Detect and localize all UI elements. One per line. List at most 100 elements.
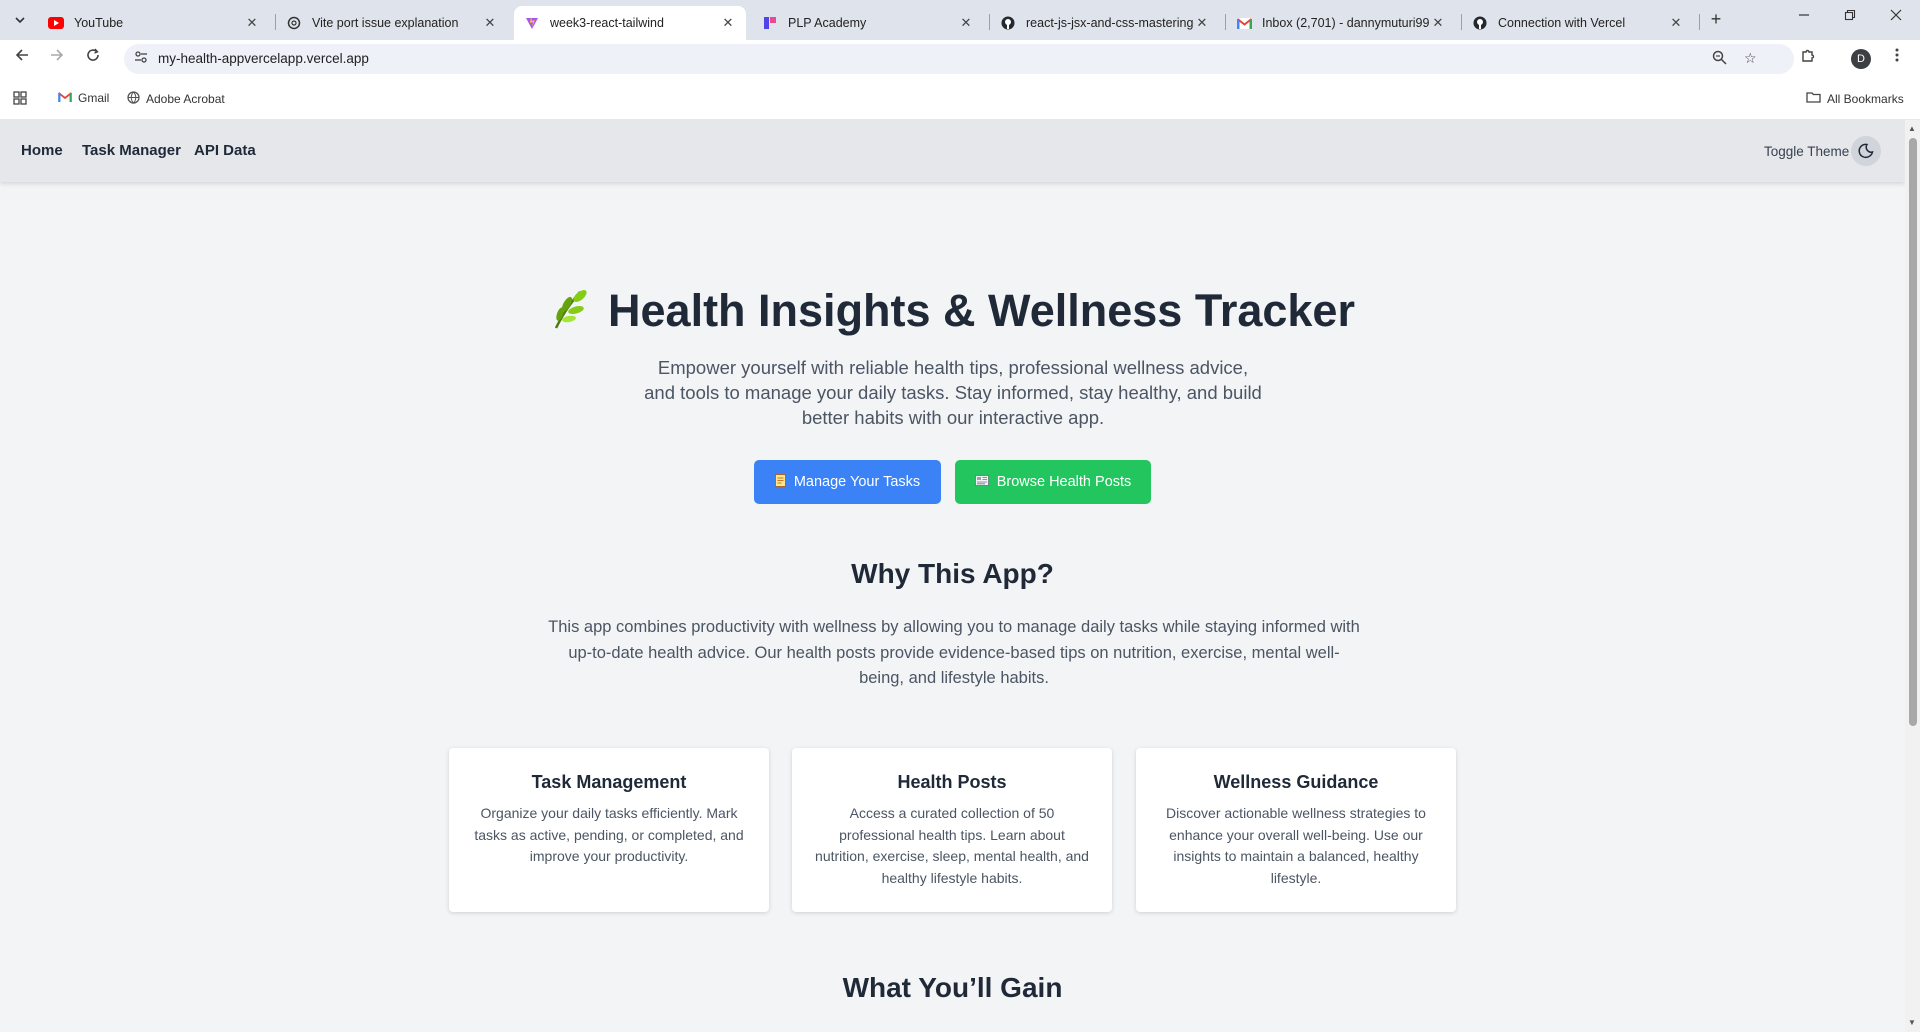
menu-button[interactable] [1885,48,1909,70]
browse-posts-button[interactable]: Browse Health Posts [955,460,1151,504]
card-title: Health Posts [897,772,1007,792]
card-body: Access a curated collection of 50 profes… [815,805,1089,886]
toggle-theme-label: Toggle Theme [1764,144,1850,159]
gmail-icon [58,91,72,105]
tab-search-button[interactable] [8,9,32,31]
chevron-down-icon [15,17,25,23]
folder-icon [1806,91,1821,106]
manage-tasks-label: Manage Your Tasks [793,474,921,490]
why-description: This app combines productivity with well… [548,618,1360,687]
close-icon[interactable]: ✕ [720,15,736,31]
forward-button[interactable] [45,48,69,70]
hero-title-text: Health Insights & Wellness Tracker [608,285,1355,336]
restore-icon [1844,9,1856,21]
page-viewport: Home Task Manager API Data Toggle Theme … [0,120,1905,1032]
arrow-right-icon [51,49,64,61]
more-vertical-icon [1895,48,1899,62]
browser-tab[interactable]: Vite port issue explanation ✕ [276,6,508,40]
address-bar[interactable]: my-health-appvercelapp.vercel.app ☆ [124,44,1794,74]
nav-link-task-manager[interactable]: Task Manager [82,142,181,159]
github-icon [1472,15,1488,31]
apps-grid-icon [13,91,27,105]
tab-title: PLP Academy [788,16,867,30]
plp-icon [762,15,778,31]
bookmark-label: Adobe Acrobat [146,92,225,106]
close-icon[interactable]: ✕ [482,15,498,31]
browser-toolbar: my-health-appvercelapp.vercel.app ☆ D [0,40,1920,78]
extensions-button[interactable] [1796,48,1820,70]
scrollbar-thumb[interactable] [1909,138,1917,726]
new-tab-button[interactable]: + [1704,9,1728,31]
all-bookmarks-label: All Bookmarks [1827,91,1904,106]
card-title: Task Management [531,772,687,792]
close-icon[interactable]: ✕ [1668,15,1684,31]
puzzle-icon [1802,49,1815,62]
reload-icon [87,48,99,61]
close-window-button[interactable] [1874,8,1918,32]
theme-toggle-button[interactable] [1851,136,1881,166]
tab-title: Connection with Vercel [1498,16,1626,30]
app-navbar: Home Task Manager API Data Toggle Theme [0,120,1905,182]
globe-icon [127,91,140,107]
feature-card-health-posts: Health Posts Access a curated collection… [792,748,1112,912]
bookmark-gmail[interactable]: Gmail [58,91,109,105]
tab-title: react-js-jsx-and-css-mastering- [1026,16,1194,30]
restore-button[interactable] [1828,8,1872,32]
star-icon[interactable]: ☆ [1744,50,1757,67]
scroll-down-arrow-icon[interactable]: ▼ [1908,1018,1916,1027]
apps-button[interactable] [13,91,27,105]
hero-subtitle: Empower yourself with reliable health ti… [644,357,1262,428]
all-bookmarks-button[interactable]: All Bookmarks [1806,91,1904,106]
tab-divider [1699,14,1700,30]
zoom-icon[interactable] [1712,50,1727,68]
browser-tab[interactable]: Inbox (2,701) - dannymuturi99 ✕ [1226,6,1456,40]
card-body: Organize your daily tasks efficiently. M… [474,805,744,864]
browser-tab[interactable]: Connection with Vercel ✕ [1462,6,1694,40]
memo-icon [774,474,786,490]
back-button[interactable] [10,48,34,70]
moon-icon [1858,143,1874,159]
close-icon[interactable]: ✕ [958,15,974,31]
reload-button[interactable] [81,48,105,70]
close-icon [1890,9,1902,21]
url-text: my-health-appvercelapp.vercel.app [158,51,369,66]
browser-tab-active[interactable]: week3-react-tailwind ✕ [514,6,746,40]
nav-link-api-data[interactable]: API Data [194,142,256,159]
leaf-icon [550,286,590,341]
card-title: Wellness Guidance [1213,772,1379,792]
github-icon [1000,15,1016,31]
tab-title: Inbox (2,701) - dannymuturi99 [1262,16,1430,30]
why-heading: Why This App? [851,558,1054,589]
tab-title: YouTube [74,16,124,30]
browser-tab[interactable]: YouTube ✕ [38,6,270,40]
gain-heading: What You’ll Gain [842,972,1063,1003]
card-body: Discover actionable wellness strategies … [1166,805,1426,886]
bookmark-label: Gmail [78,91,110,105]
browser-tab[interactable]: PLP Academy ✕ [752,6,984,40]
minimize-icon [1799,14,1809,16]
browse-posts-label: Browse Health Posts [996,474,1132,490]
browser-tab[interactable]: react-js-jsx-and-css-mastering- ✕ [990,6,1220,40]
manage-tasks-button[interactable]: Manage Your Tasks [754,460,941,504]
tab-title: Vite port issue explanation [312,16,459,30]
profile-avatar[interactable]: D [1851,49,1871,69]
arrow-left-icon [15,49,28,61]
close-icon[interactable]: ✕ [244,15,260,31]
gmail-icon [1236,15,1252,31]
feature-card-task-management: Task Management Organize your daily task… [449,748,769,912]
hero-title: Health Insights & Wellness Tracker [0,285,1905,341]
bookmarks-bar: Gmail Adobe Acrobat All Bookmarks [0,78,1920,120]
nav-link-home[interactable]: Home [21,142,63,159]
site-info-icon[interactable] [134,50,148,67]
vite-icon [524,15,540,31]
tab-title: week3-react-tailwind [550,16,664,30]
minimize-button[interactable] [1782,8,1826,32]
chatgpt-icon [286,15,302,31]
browser-tab-strip: YouTube ✕ Vite port issue explanation ✕ … [0,0,1920,40]
bookmark-adobe-acrobat[interactable]: Adobe Acrobat [127,91,225,107]
newspaper-icon [974,475,989,489]
close-icon[interactable]: ✕ [1430,15,1446,31]
youtube-icon [48,15,64,31]
close-icon[interactable]: ✕ [1194,15,1210,31]
scroll-up-arrow-icon[interactable]: ▲ [1908,124,1916,133]
